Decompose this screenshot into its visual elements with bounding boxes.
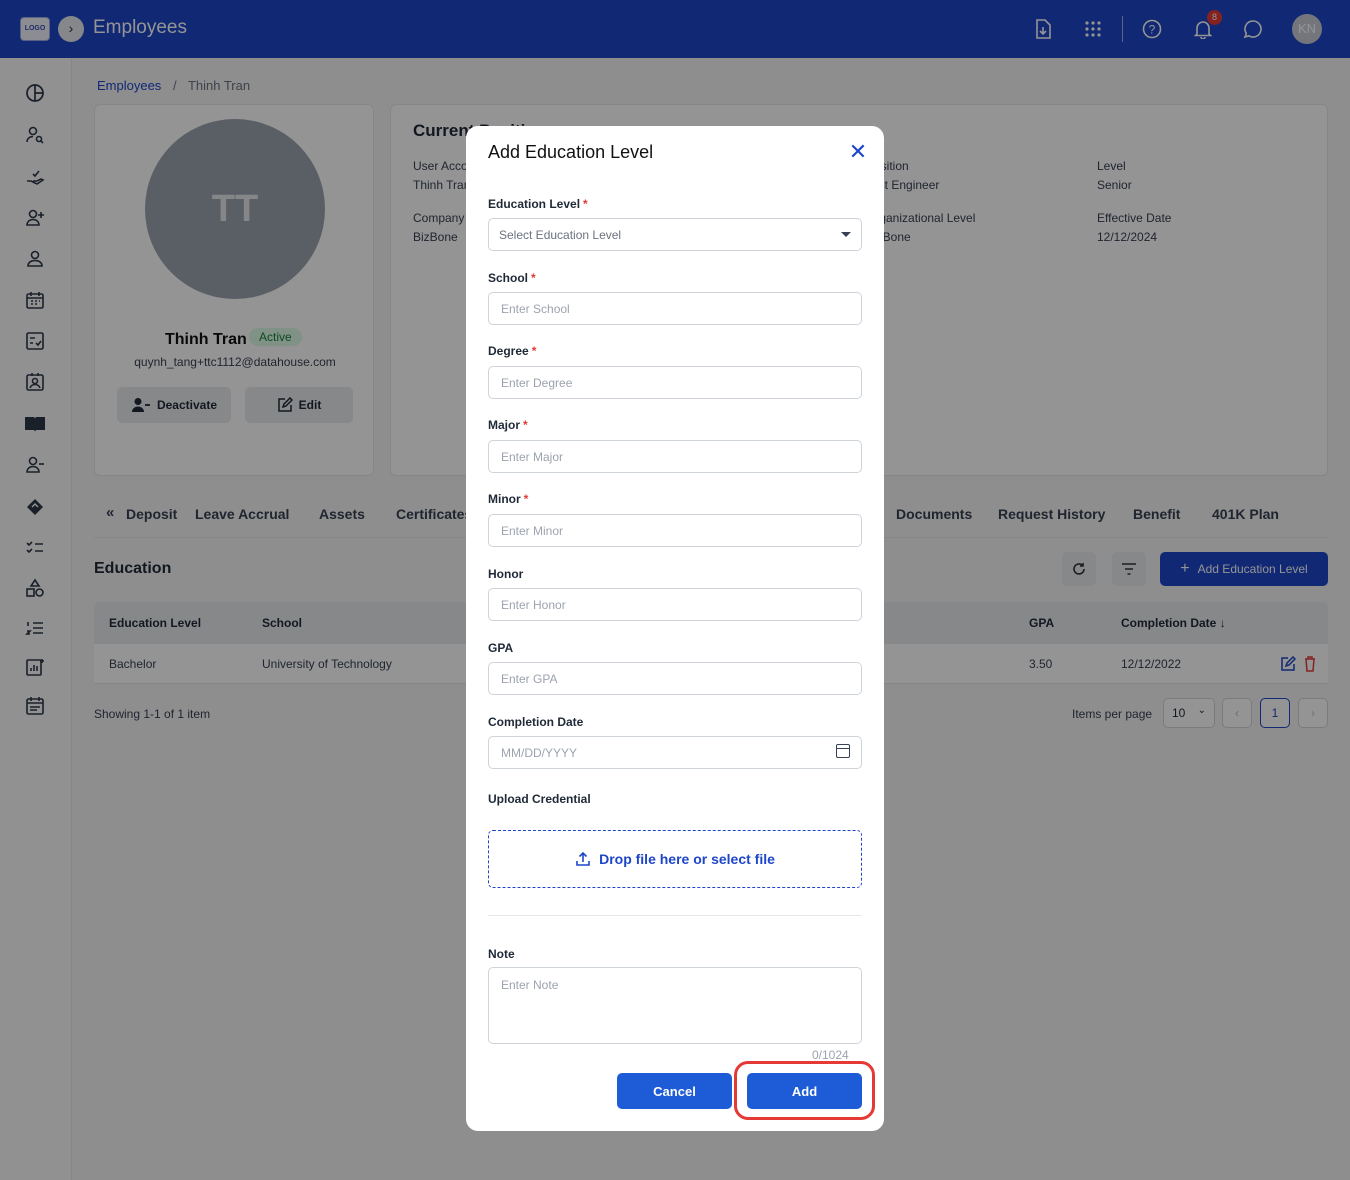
calendar-icon[interactable] — [836, 744, 850, 758]
add-education-level-dialog: Add Education Level ✕ Education Level * S… — [466, 126, 884, 1131]
completion-date-field — [488, 736, 862, 769]
file-dropzone[interactable]: Drop file here or select file — [488, 830, 862, 888]
school-input[interactable] — [488, 292, 862, 325]
upload-credential-label: Upload Credential — [488, 792, 591, 806]
section-divider — [488, 915, 862, 916]
completion-date-input[interactable] — [488, 736, 862, 769]
minor-input[interactable] — [488, 514, 862, 547]
education-level-label-text: Education Level — [488, 197, 581, 211]
school-label: School * — [488, 271, 536, 285]
required-mark: * — [531, 271, 536, 285]
minor-label: Minor * — [488, 492, 528, 506]
gpa-input[interactable] — [488, 662, 862, 695]
cancel-button[interactable]: Cancel — [617, 1073, 732, 1109]
degree-input[interactable] — [488, 366, 862, 399]
dropzone-text: Drop file here or select file — [599, 851, 775, 867]
required-mark: * — [531, 344, 537, 358]
highlight-annotation — [734, 1061, 875, 1120]
required-mark: * — [523, 492, 529, 506]
required-mark: * — [523, 418, 528, 432]
major-label: Major * — [488, 418, 528, 432]
note-label: Note — [488, 947, 515, 961]
education-level-label: Education Level * — [488, 197, 588, 211]
required-mark: * — [583, 197, 588, 211]
gpa-label: GPA — [488, 641, 514, 655]
dropdown-caret-icon — [841, 232, 851, 237]
dialog-title: Add Education Level — [488, 142, 654, 162]
major-input[interactable] — [488, 440, 862, 473]
degree-label: Degree * — [488, 344, 536, 358]
education-level-select[interactable]: Select Education Level — [488, 218, 862, 251]
completion-date-label: Completion Date — [488, 715, 584, 729]
honor-label: Honor — [488, 567, 524, 581]
school-label-text: School — [488, 271, 529, 285]
honor-input[interactable] — [488, 588, 862, 621]
education-level-placeholder: Select Education Level — [499, 228, 622, 242]
close-icon[interactable]: ✕ — [846, 140, 870, 164]
degree-label-text: Degree — [488, 344, 529, 358]
major-label-text: Major — [488, 418, 521, 432]
minor-label-text: Minor — [488, 492, 521, 506]
note-character-counter: 0/1024 — [812, 1048, 849, 1062]
note-textarea[interactable] — [488, 967, 862, 1044]
upload-icon — [576, 851, 590, 866]
